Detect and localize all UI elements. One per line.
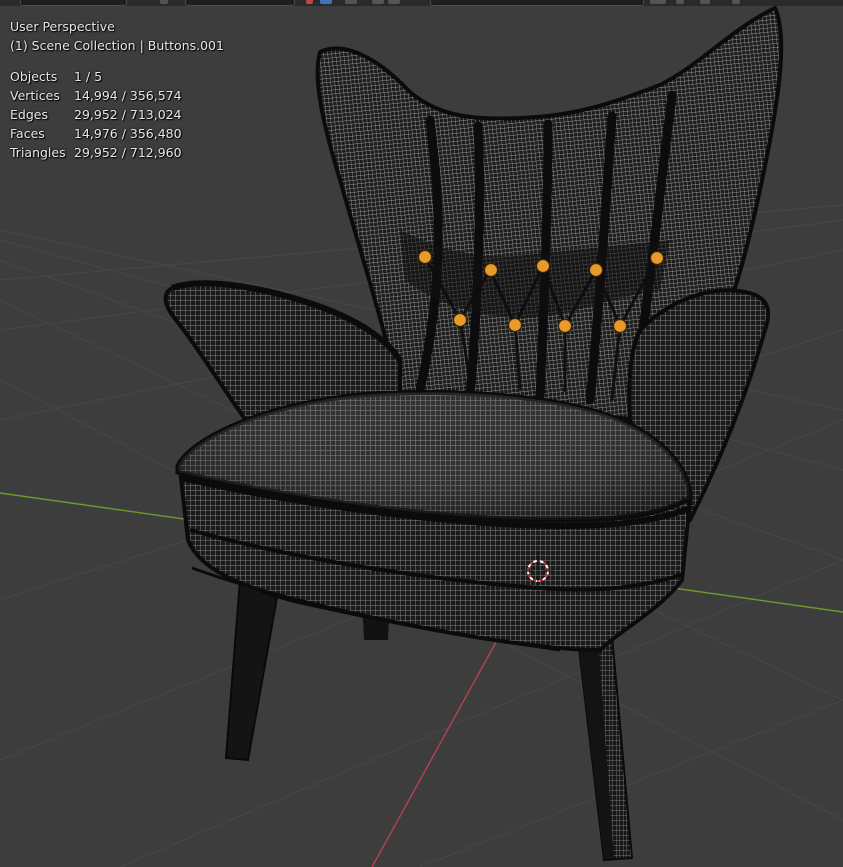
stat-label: Vertices — [10, 88, 60, 103]
stat-row-faces: Faces 14,976 / 356,480 — [10, 124, 224, 143]
stat-label: Triangles — [10, 145, 66, 160]
stat-value: 14,976 / 356,480 — [74, 126, 182, 141]
scene-statistics: Objects 1 / 5 Vertices 14,994 / 356,574 … — [10, 67, 224, 162]
stat-value: 29,952 / 712,960 — [74, 145, 182, 160]
stat-label: Faces — [10, 126, 45, 141]
stat-value: 14,994 / 356,574 — [74, 88, 182, 103]
3d-viewport[interactable]: User Perspective (1) Scene Collection | … — [0, 0, 843, 867]
stat-row-objects: Objects 1 / 5 — [10, 67, 224, 86]
stat-row-triangles: Triangles 29,952 / 712,960 — [10, 143, 224, 162]
stat-label: Edges — [10, 107, 48, 122]
stat-value: 29,952 / 713,024 — [74, 107, 182, 122]
view-name: User Perspective — [10, 19, 115, 34]
stat-row-edges: Edges 29,952 / 713,024 — [10, 105, 224, 124]
stat-label: Objects — [10, 69, 58, 84]
collection-line: (1) Scene Collection | Buttons.001 — [10, 38, 224, 53]
stat-value: 1 / 5 — [74, 69, 103, 84]
chair-mesh[interactable] — [163, 5, 784, 862]
viewport-info-overlay: User Perspective (1) Scene Collection | … — [10, 17, 224, 162]
stat-row-vertices: Vertices 14,994 / 356,574 — [10, 86, 224, 105]
